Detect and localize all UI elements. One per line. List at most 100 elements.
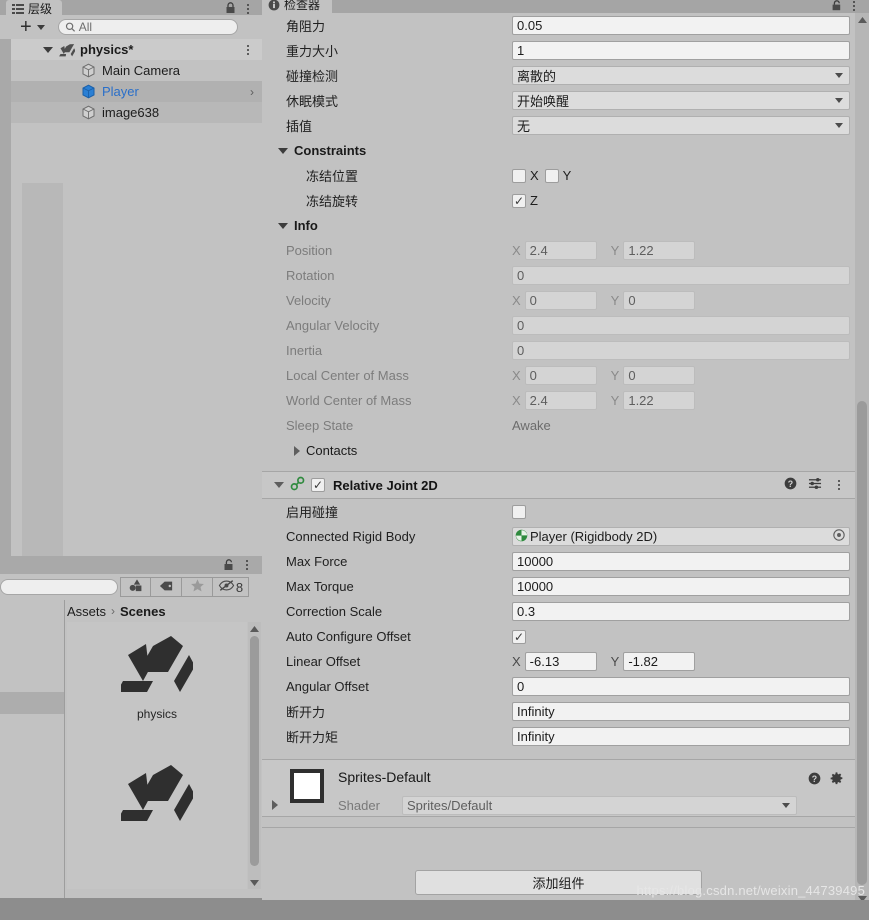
auto-configure-offset-checkbox[interactable]: ✓ (512, 629, 526, 644)
interpolate-dropdown[interactable]: 无 (512, 116, 850, 135)
angular-offset-input[interactable]: 0 (512, 677, 850, 696)
hierarchy-item-player[interactable]: Player › (11, 81, 262, 102)
hierarchy-item-physics[interactable]: physics* (11, 39, 262, 60)
hierarchy-tree[interactable]: physics* Main Camera Player › image638 (11, 39, 262, 556)
hierarchy-indent-column (22, 183, 63, 556)
scroll-up-icon[interactable] (248, 622, 261, 635)
asset-item[interactable]: physics (67, 622, 247, 751)
hierarchy-item-main-camera[interactable]: Main Camera (11, 60, 262, 81)
preset-settings-icon[interactable] (808, 477, 822, 493)
foldout-constraints[interactable]: Constraints (262, 138, 855, 163)
asset-type-filter-icon (128, 578, 143, 596)
add-gameobject-button[interactable]: + (20, 17, 45, 37)
breadcrumb-root[interactable]: Assets (67, 604, 106, 619)
inspector-content: 角阻力 0.05 重力大小 1 碰撞检测 离散的 休眠模式 开始唤醒 插值 无 … (262, 13, 855, 902)
chevron-down-icon[interactable] (43, 46, 53, 53)
chevron-down-icon[interactable] (274, 482, 284, 488)
gear-icon[interactable] (830, 772, 843, 788)
shader-row: Shader Sprites/Default (338, 796, 797, 815)
help-icon[interactable]: ? (808, 772, 821, 788)
chevron-right-icon[interactable] (272, 800, 278, 810)
axis-x-label: X (512, 243, 521, 258)
inspector-vertical-scrollbar[interactable] (855, 13, 869, 906)
correction-scale-input[interactable]: 0.3 (512, 602, 850, 621)
scroll-up-icon[interactable] (855, 13, 869, 27)
label-filter-button[interactable] (151, 577, 182, 597)
property-row-freeze-rotation: 冻结旋转 ✓ Z (262, 188, 855, 213)
sleeping-mode-dropdown[interactable]: 开始唤醒 (512, 91, 850, 110)
break-force-input[interactable]: Infinity (512, 702, 850, 721)
inspector-scroll-thumb[interactable] (857, 401, 867, 885)
asset-item[interactable] (67, 751, 247, 880)
asset-type-filter-button[interactable] (120, 577, 151, 597)
gravity-scale-input[interactable]: 1 (512, 41, 850, 60)
foldout-contacts[interactable]: Contacts (262, 438, 855, 463)
connected-rigid-body-objectfield[interactable]: Player (Rigidbody 2D) (512, 527, 850, 546)
hierarchy-search-input[interactable]: All (57, 19, 238, 35)
lock-icon[interactable] (831, 0, 842, 11)
property-label: Local Center of Mass (286, 368, 409, 383)
hierarchy-menu-icon[interactable] (242, 2, 254, 16)
property-label: Rotation (286, 268, 335, 283)
freeze-position-y-checkbox[interactable] (544, 168, 559, 183)
component-menu-icon[interactable] (833, 478, 845, 492)
chevron-right-icon[interactable] (294, 445, 300, 456)
favorites-filter-button[interactable] (182, 577, 213, 597)
project-folder-selected-band (0, 692, 64, 714)
material-preview-swatch[interactable] (290, 769, 324, 803)
checkmark-icon: ✓ (312, 478, 324, 492)
chevron-down-icon (835, 123, 843, 128)
lock-icon[interactable] (225, 2, 236, 14)
angular-drag-input[interactable]: 0.05 (512, 16, 850, 35)
property-label: 重力大小 (286, 44, 339, 59)
enable-collision-checkbox[interactable] (512, 504, 526, 519)
project-menu-icon[interactable] (241, 558, 253, 572)
local-center-x-value: 0 (524, 366, 597, 385)
property-row-sleep-state: Sleep State Awake (262, 413, 855, 438)
property-label: 断开力矩 (286, 730, 339, 745)
hidden-assets-count: 8 (235, 579, 244, 595)
inspector-menu-icon[interactable] (848, 0, 860, 13)
hidden-assets-button[interactable]: 8 (213, 577, 249, 597)
tab-inspector[interactable]: 检查器 (262, 0, 333, 13)
chevron-down-icon[interactable] (278, 222, 288, 229)
property-label: 插值 (286, 119, 313, 134)
property-row-rotation: Rotation 0 (262, 263, 855, 288)
max-force-input[interactable]: 10000 (512, 552, 850, 571)
axis-y-label: Y (610, 243, 620, 258)
project-folder-tree[interactable] (0, 600, 65, 920)
project-content: Assets › Scenes physics (65, 600, 262, 920)
freeze-rotation-z-checkbox[interactable]: ✓ (512, 193, 526, 208)
project-scroll-thumb[interactable] (250, 636, 259, 866)
collision-detection-dropdown[interactable]: 离散的 (512, 66, 850, 85)
property-label: 角阻力 (286, 19, 326, 34)
break-torque-input[interactable]: Infinity (512, 727, 850, 746)
foldout-info[interactable]: Info (262, 213, 855, 238)
project-vertical-scrollbar[interactable] (248, 622, 261, 889)
component-header-relative-joint-2d[interactable]: ✓ Relative Joint 2D ? (262, 471, 855, 499)
hierarchy-item-menu-icon[interactable] (242, 43, 254, 57)
property-label: Angular Offset (286, 679, 369, 694)
linear-offset-x-input[interactable]: -6.13 (524, 652, 597, 671)
rotation-value: 0 (512, 266, 850, 285)
chevron-right-icon[interactable]: › (250, 85, 254, 99)
project-search-input[interactable] (0, 579, 118, 595)
component-enabled-checkbox[interactable]: ✓ (311, 478, 325, 492)
project-asset-grid[interactable]: physics (67, 622, 247, 889)
connected-rigid-body-value: Player (Rigidbody 2D) (530, 529, 658, 544)
property-row-angular-drag: 角阻力 0.05 (262, 13, 855, 38)
freeze-position-x-checkbox[interactable] (512, 168, 526, 183)
max-torque-input[interactable]: 10000 (512, 577, 850, 596)
linear-offset-y-input[interactable]: -1.82 (623, 652, 696, 671)
scroll-down-icon[interactable] (248, 876, 261, 889)
lock-icon[interactable] (223, 559, 234, 571)
help-icon[interactable]: ? (784, 477, 797, 493)
hierarchy-item-image638[interactable]: image638 (11, 102, 262, 123)
shader-dropdown[interactable]: Sprites/Default (402, 796, 797, 815)
chevron-down-icon[interactable] (278, 147, 288, 154)
breadcrumb[interactable]: Assets › Scenes (65, 600, 262, 622)
object-picker-icon[interactable] (833, 529, 845, 544)
hierarchy-search-placeholder: All (78, 20, 93, 34)
chevron-down-icon (835, 98, 843, 103)
local-center-y-value: 0 (623, 366, 696, 385)
